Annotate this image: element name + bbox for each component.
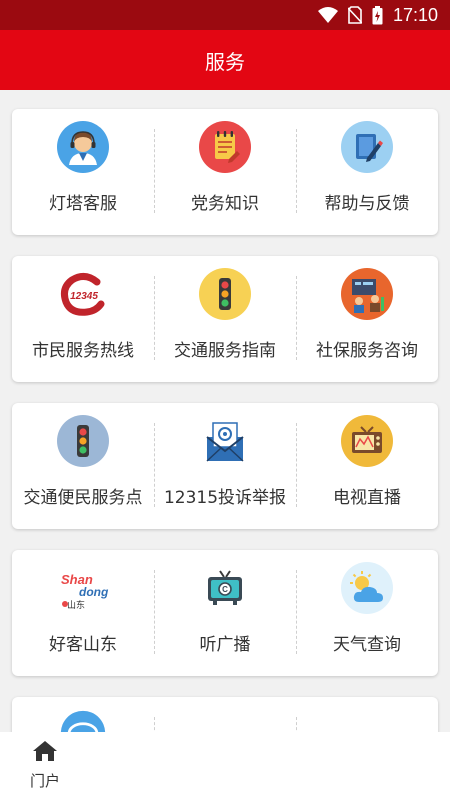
service-tile-citizen-hotline[interactable]: 12345 市民服务热线 — [12, 256, 154, 382]
service-tile-party-knowledge[interactable]: 党务知识 — [154, 109, 296, 235]
tv-icon — [341, 415, 393, 467]
radio-icon: C — [208, 570, 242, 605]
service-tile-tv-live[interactable]: 电视直播 — [296, 403, 438, 529]
social-security-icon — [341, 268, 393, 320]
edit-document-icon — [341, 121, 393, 173]
notebook-icon — [199, 121, 251, 173]
svg-text:C: C — [222, 585, 228, 594]
service-label: 交通服务指南 — [174, 341, 276, 361]
app-header: 服务 — [0, 30, 450, 90]
nav-label: 门户 — [29, 772, 60, 790]
globe-icon — [60, 710, 106, 732]
service-label: 听广播 — [199, 635, 251, 655]
service-label: 党务知识 — [191, 194, 259, 214]
service-grid: 灯塔客服 党务知识 帮助与反馈 12345 市民服务热线 交通服务指南 社保服务… — [0, 90, 450, 732]
service-card-4: Shan dong 山东 好客山东 C 听广播 天气查询 — [12, 550, 438, 676]
service-label: 12315投诉举报 — [163, 488, 287, 508]
page-title: 服务 — [205, 49, 245, 74]
service-label: 市民服务热线 — [32, 341, 134, 361]
service-label: 交通便民服务点 — [23, 488, 143, 508]
service-tile-customer-service[interactable]: 灯塔客服 — [12, 109, 154, 235]
no-sim-icon — [347, 6, 362, 24]
svg-text:dong: dong — [79, 585, 109, 599]
home-icon — [33, 741, 57, 761]
service-label: 天气查询 — [333, 635, 401, 655]
service-card-2: 12345 市民服务热线 交通服务指南 社保服务咨询 — [12, 256, 438, 382]
service-label: 帮助与反馈 — [324, 194, 410, 214]
status-time: 17:10 — [392, 4, 438, 25]
bottom-nav: 门户 — [0, 732, 450, 800]
service-card-5 — [12, 697, 438, 732]
service-tile-hospitable-shandong[interactable]: Shan dong 山东 好客山东 — [12, 550, 154, 676]
envelope-icon — [206, 422, 244, 462]
hotline-12345-icon: 12345 — [61, 273, 105, 316]
service-tile-weather[interactable]: 天气查询 — [296, 550, 438, 676]
traffic-light-icon — [199, 268, 251, 320]
status-bar: 17:10 — [0, 0, 450, 30]
weather-icon — [341, 562, 393, 614]
wifi-icon — [317, 7, 338, 23]
service-label: 灯塔客服 — [49, 194, 117, 214]
service-tile-12315-complaints[interactable]: 12315投诉举报 — [154, 403, 296, 529]
customer-service-icon — [57, 121, 109, 173]
traffic-light-icon — [57, 415, 109, 467]
service-label: 好客山东 — [49, 635, 117, 655]
service-label: 社保服务咨询 — [316, 341, 418, 361]
service-label: 电视直播 — [333, 488, 401, 508]
battery-charging-icon — [372, 5, 383, 24]
service-tile-traffic-service-points[interactable]: 交通便民服务点 — [12, 403, 154, 529]
service-card-1: 灯塔客服 党务知识 帮助与反馈 — [12, 109, 438, 235]
service-tile-help-feedback[interactable]: 帮助与反馈 — [296, 109, 438, 235]
nav-item-portal[interactable]: 门户 — [22, 740, 68, 791]
service-tile-social-security[interactable]: 社保服务咨询 — [296, 256, 438, 382]
service-tile-partial[interactable] — [12, 697, 154, 732]
service-tile-listen-radio[interactable]: C 听广播 — [154, 550, 296, 676]
shandong-logo-icon: Shan dong 山东 — [61, 572, 109, 611]
svg-text:山东: 山东 — [67, 599, 85, 611]
service-tile-traffic-guide[interactable]: 交通服务指南 — [154, 256, 296, 382]
service-card-3: 交通便民服务点 12315投诉举报 电视直播 — [12, 403, 438, 529]
svg-text:12345: 12345 — [70, 291, 98, 302]
